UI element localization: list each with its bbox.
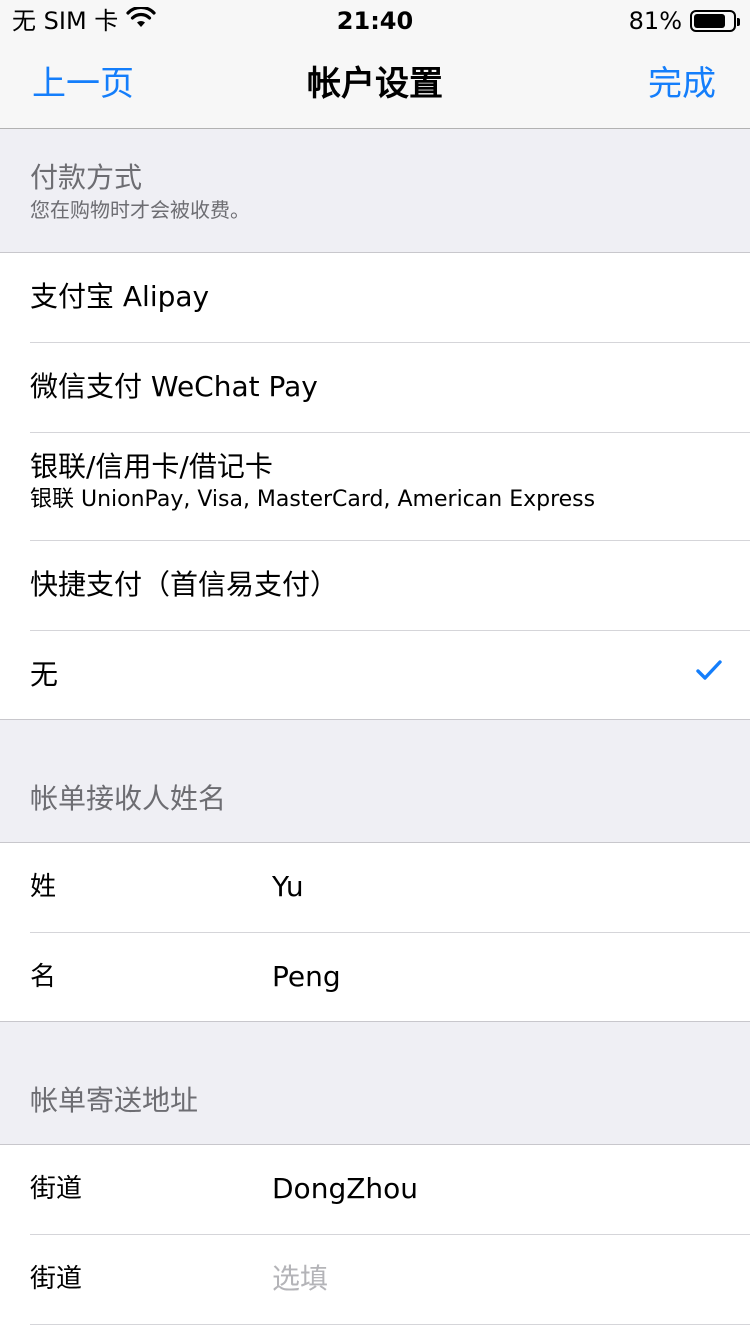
payment-options-group: 支付宝 Alipay 微信支付 WeChat Pay 银联/信用卡/借记卡 银联… [0,252,750,720]
done-button[interactable]: 完成 [648,62,716,106]
payment-option-sublabel: 银联 UnionPay, Visa, MasterCard, American … [30,487,596,512]
street2-field[interactable]: 选填 [272,1261,328,1297]
street-row[interactable]: 街道 DongZhou [30,1145,750,1235]
payment-option-label: 银联/信用卡/借记卡 [30,450,273,483]
last-name-label: 姓 [30,872,57,902]
street-label: 街道 [30,1174,83,1204]
payment-option-alipay[interactable]: 支付宝 Alipay [30,253,750,343]
battery-icon [690,10,740,32]
payment-option-label: 无 [30,658,59,691]
payment-option-label: 快捷支付（首信易支付） [30,568,339,601]
payment-option-label: 支付宝 Alipay [30,280,210,313]
billing-name-title: 帐单接收人姓名 [30,782,227,815]
first-name-label: 名 [30,962,57,992]
first-name-row[interactable]: 名 Peng [30,933,750,1021]
payment-option-label: 微信支付 WeChat Pay [30,370,318,403]
payment-option-none[interactable]: 无 [30,631,750,719]
payment-section-header: 付款方式 您在购物时才会被收费。 [0,129,750,252]
checkmark-icon [696,659,722,689]
battery-fill [694,14,725,28]
street2-row[interactable]: 街道 选填 [30,1235,750,1325]
payment-section-title: 付款方式 [30,161,143,194]
page-title: 帐户设置 [307,64,443,104]
payment-option-quickpay[interactable]: 快捷支付（首信易支付） [30,541,750,631]
payment-option-wechat[interactable]: 微信支付 WeChat Pay [30,343,750,433]
street-field[interactable]: DongZhou [272,1171,418,1207]
battery-percent: 81% [628,7,682,35]
street2-label: 街道 [30,1264,83,1294]
last-name-row[interactable]: 姓 Yu [30,843,750,933]
billing-name-section-header: 帐单接收人姓名 [0,720,750,842]
payment-section-subtitle: 您在购物时才会被收费。 [30,198,250,222]
status-right: 81% [628,6,740,36]
first-name-field[interactable]: Peng [272,959,341,995]
navigation-bar: 上一页 帐户设置 完成 [0,40,750,129]
billing-address-section-header: 帐单寄送地址 [0,1022,750,1144]
last-name-field[interactable]: Yu [272,869,304,905]
billing-address-title: 帐单寄送地址 [30,1084,199,1117]
billing-address-group: 街道 DongZhou 街道 选填 [0,1144,750,1334]
payment-option-card[interactable]: 银联/信用卡/借记卡 银联 UnionPay, Visa, MasterCard… [30,433,750,541]
billing-name-group: 姓 Yu 名 Peng [0,842,750,1022]
status-bar: 无 SIM 卡 21:40 81% [0,0,750,40]
